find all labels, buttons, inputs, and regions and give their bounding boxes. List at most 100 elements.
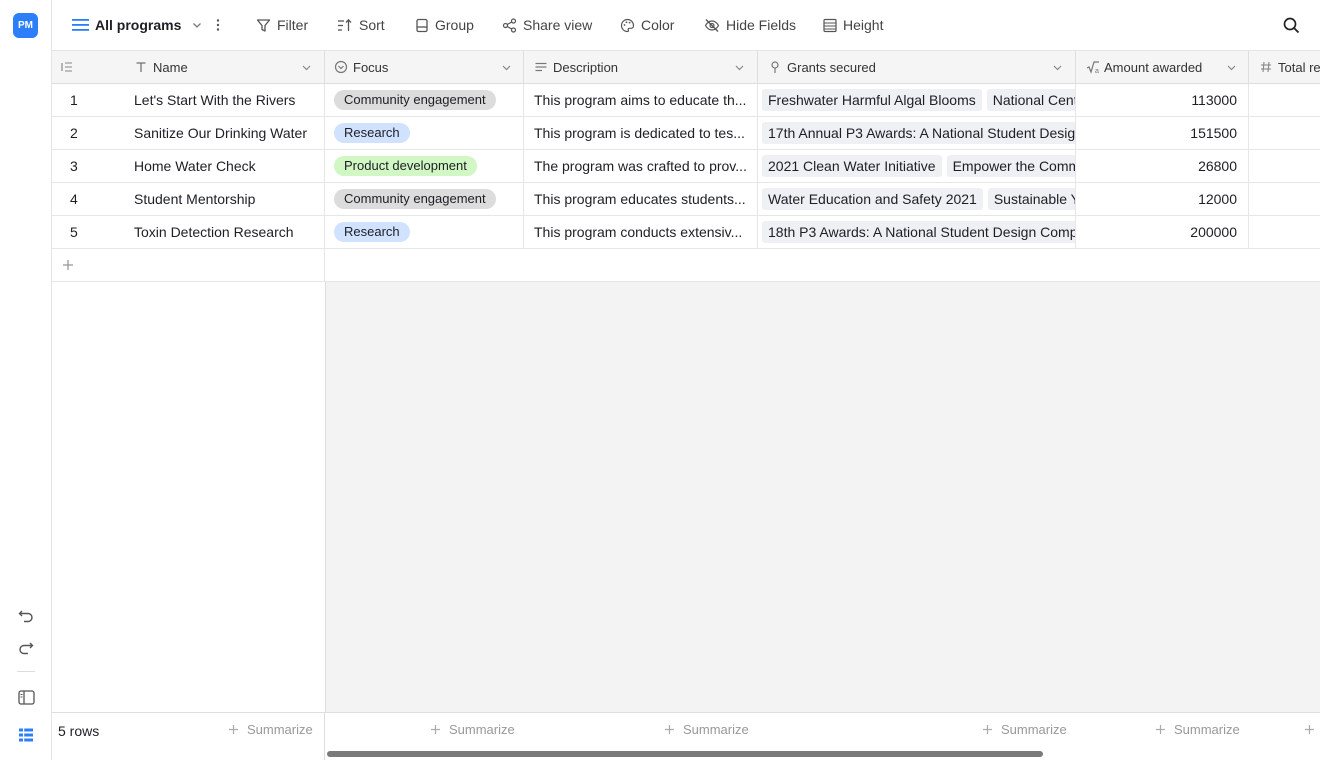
cell-name[interactable]: Let's Start With the Rivers (134, 84, 325, 116)
workspace-avatar[interactable]: PM (13, 13, 38, 38)
chevron-down-icon[interactable] (501, 62, 512, 73)
grid-view-icon[interactable] (16, 725, 36, 745)
cell-total[interactable] (1249, 84, 1320, 116)
view-switcher[interactable]: All programs (72, 13, 203, 37)
row-number: 5 (70, 224, 78, 240)
focus-tag: Community engagement (334, 189, 496, 209)
row-select-icon[interactable] (60, 60, 74, 74)
column-header-grants[interactable]: Grants secured (758, 51, 1076, 84)
cell-focus[interactable]: Research (325, 216, 524, 248)
cell-description[interactable]: This program educates students... (524, 183, 758, 215)
chevron-down-icon[interactable] (301, 62, 312, 73)
column-header-description[interactable]: Description (524, 51, 758, 84)
height-label: Height (843, 17, 884, 33)
cell-focus[interactable]: Community engagement (325, 183, 524, 215)
single-select-icon (334, 60, 348, 74)
sort-button[interactable]: Sort (337, 13, 385, 37)
view-name: All programs (95, 17, 182, 33)
cell-amount[interactable]: 12000 (1076, 183, 1249, 215)
group-button[interactable]: Group (415, 13, 474, 37)
cell-total[interactable] (1249, 216, 1320, 248)
cell-total[interactable] (1249, 183, 1320, 215)
cell-amount[interactable]: 26800 (1076, 150, 1249, 182)
focus-tag: Product development (334, 156, 477, 176)
cell-grants[interactable]: 18th P3 Awards: A National Student Desig… (758, 216, 1076, 248)
sidebar-toggle-icon[interactable] (16, 687, 36, 707)
cell-grants[interactable]: Water Education and Safety 2021 Sustainab… (758, 183, 1076, 215)
search-button[interactable] (1283, 13, 1300, 37)
view-more-menu[interactable] (212, 13, 224, 37)
cell-description[interactable]: The program was crafted to prov... (524, 150, 758, 182)
cell-focus[interactable]: Community engagement (325, 84, 524, 116)
undo-icon[interactable] (16, 606, 36, 626)
search-icon (1283, 17, 1300, 33)
cell-description[interactable]: This program is dedicated to tes... (524, 117, 758, 149)
add-row-button[interactable] (52, 249, 325, 281)
cell-name[interactable]: Student Mentorship (134, 183, 325, 215)
cell-name[interactable]: Home Water Check (134, 150, 325, 182)
filter-button[interactable]: Filter (256, 13, 308, 37)
chevron-down-icon[interactable] (734, 62, 745, 73)
grant-chip: 17th Annual P3 Awards: A National Studen… (762, 122, 1075, 144)
summarize-label: Summarize (1174, 722, 1240, 737)
cell-focus[interactable]: Research (325, 117, 524, 149)
add-summary-icon[interactable] (1304, 722, 1315, 738)
cell-grants[interactable]: 17th Annual P3 Awards: A National Studen… (758, 117, 1076, 149)
focus-tag: Research (334, 123, 410, 143)
grant-chip: 2021 Clean Water Initiative (762, 155, 942, 177)
grant-chip: 18th P3 Awards: A National Student Desig… (762, 221, 1075, 243)
summarize-button[interactable]: Summarize (1155, 722, 1240, 737)
cell-grants[interactable]: Freshwater Harmful Algal Blooms National … (758, 84, 1076, 116)
share-label: Share view (523, 17, 593, 33)
cell-total[interactable] (1249, 117, 1320, 149)
table-row[interactable]: 3 Home Water Check Product development The … (52, 150, 1320, 183)
palette-icon (620, 18, 635, 32)
cell-description[interactable]: This program aims to educate th... (524, 84, 758, 116)
summarize-button[interactable]: Summarize (228, 722, 313, 737)
summarize-button[interactable]: Summarize (982, 722, 1067, 737)
scrollbar-thumb[interactable] (327, 751, 1043, 757)
hide-fields-label: Hide Fields (726, 17, 797, 33)
left-rail: PM (0, 0, 52, 760)
table-row[interactable]: 1 Let's Start With the Rivers Community en… (52, 84, 1320, 117)
cell-total[interactable] (1249, 150, 1320, 182)
horizontal-scrollbar[interactable] (325, 750, 1320, 758)
app-window: PM All programs Filter Sort Group Share … (0, 0, 1320, 760)
column-label-total: Total re (1278, 60, 1320, 75)
table-row[interactable]: 4 Student Mentorship Community engagement T… (52, 183, 1320, 216)
chevron-down-icon[interactable] (1052, 62, 1063, 73)
grant-chip: National Cente (986, 89, 1075, 111)
plus-icon (665, 725, 674, 734)
grant-chip: Water Education and Safety 2021 (762, 188, 983, 210)
column-header-total[interactable]: Total re (1249, 51, 1320, 84)
cell-amount[interactable]: 113000 (1076, 84, 1249, 116)
table-row[interactable]: 2 Sanitize Our Drinking Water Research This… (52, 117, 1320, 150)
column-header-amount[interactable]: a Amount awarded (1076, 51, 1249, 84)
column-header-focus[interactable]: Focus (325, 51, 524, 84)
color-button[interactable]: Color (620, 13, 674, 37)
table-row[interactable]: 5 Toxin Detection Research Research This pr… (52, 216, 1320, 249)
summarize-button[interactable]: Summarize (664, 722, 749, 737)
more-vertical-icon (216, 19, 220, 31)
cell-focus[interactable]: Product development (325, 150, 524, 182)
focus-tag: Research (334, 222, 410, 242)
summarize-label: Summarize (247, 722, 313, 737)
row-count: 5 rows (58, 723, 100, 739)
hide-fields-button[interactable]: Hide Fields (704, 13, 796, 37)
redo-icon[interactable] (16, 638, 36, 658)
description-text: This program is dedicated to tes... (534, 125, 745, 141)
cell-grants[interactable]: 2021 Clean Water Initiative Empower the C… (758, 150, 1076, 182)
summarize-label: Summarize (683, 722, 749, 737)
cell-amount[interactable]: 200000 (1076, 216, 1249, 248)
summarize-button[interactable]: Summarize (430, 722, 515, 737)
row-height-button[interactable]: Height (823, 13, 883, 37)
cell-name[interactable]: Toxin Detection Research (134, 216, 325, 248)
cell-description[interactable]: This program conducts extensiv... (524, 216, 758, 248)
cell-name[interactable]: Sanitize Our Drinking Water (134, 117, 325, 149)
row-number: 1 (70, 92, 78, 108)
share-view-button[interactable]: Share view (502, 13, 592, 37)
chevron-down-icon[interactable] (1226, 62, 1237, 73)
column-header-name[interactable]: Name (52, 51, 325, 84)
cell-amount[interactable]: 151500 (1076, 117, 1249, 149)
lookup-icon (771, 61, 779, 73)
